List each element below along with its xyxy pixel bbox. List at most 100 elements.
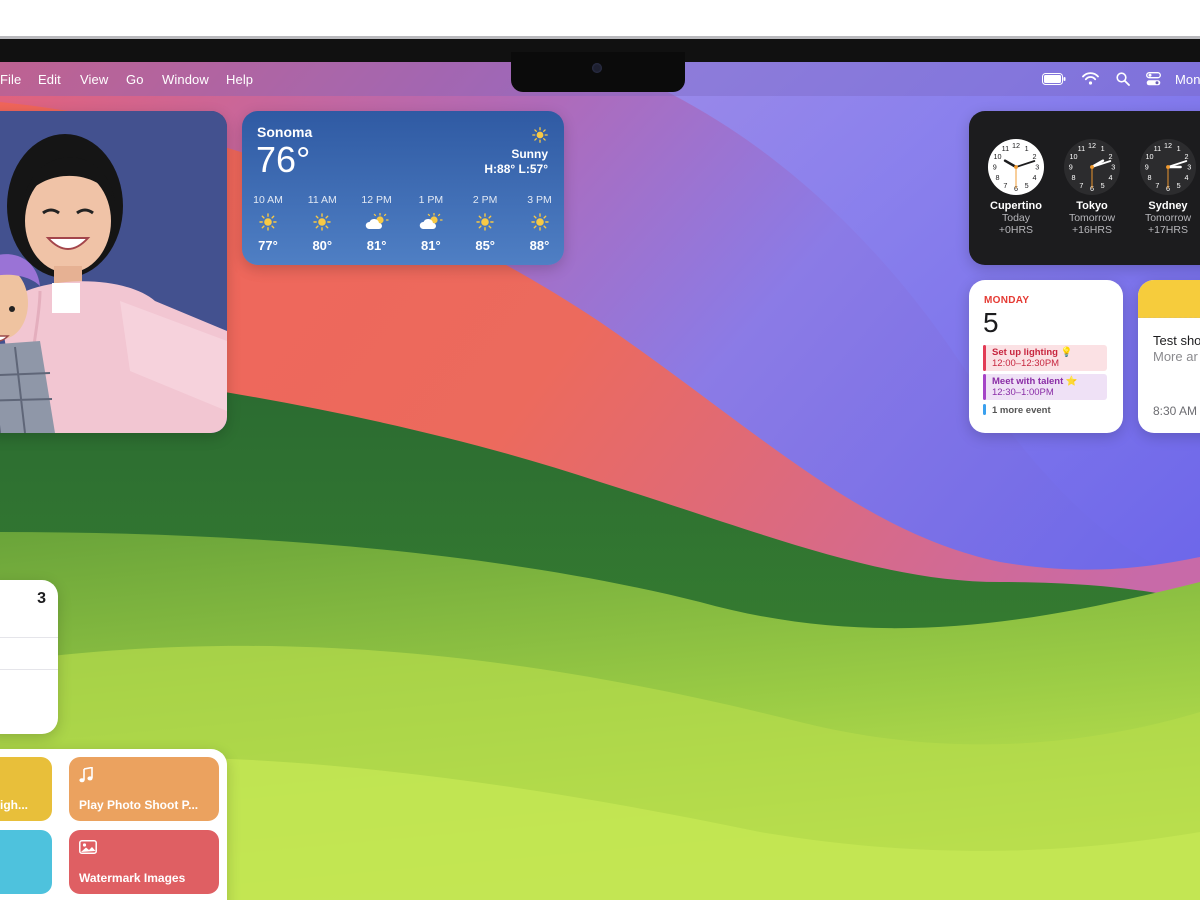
- svg-text:8: 8: [1072, 173, 1076, 182]
- camera-icon: [592, 63, 602, 73]
- svg-text:9: 9: [1069, 163, 1073, 172]
- weather-city: Sonoma: [257, 124, 313, 140]
- forecast-temp: 80°: [312, 238, 333, 253]
- svg-text:8: 8: [996, 173, 1000, 182]
- note-time: 8:30 AM: [1153, 404, 1198, 418]
- event-time: 12:30–1:00PM: [992, 387, 1054, 398]
- weather-high-low: H:88° L:57°: [484, 162, 548, 176]
- battery-icon[interactable]: [1042, 73, 1066, 88]
- notes-header: [1138, 280, 1200, 318]
- forecast-time: 11 AM: [307, 194, 337, 206]
- svg-text:10: 10: [1069, 152, 1077, 161]
- svg-text:7: 7: [1079, 181, 1083, 190]
- analog-clock-icon: 1 2 3 4 5 6 7 8 9 10 11 12: [978, 138, 1054, 196]
- svg-text:9: 9: [993, 163, 997, 172]
- forecast-time: 2 PM: [472, 194, 498, 206]
- svg-text:7: 7: [1003, 181, 1007, 190]
- divider: [0, 637, 58, 638]
- menu-window[interactable]: Window: [162, 72, 209, 87]
- shortcuts-widget: o Ligh... Play Photo Shoot P... Watermar…: [0, 749, 227, 900]
- calendar-date: 5: [983, 307, 999, 338]
- sun-icon: [465, 211, 505, 233]
- svg-text:1: 1: [1101, 144, 1105, 153]
- photos-widget[interactable]: [0, 111, 227, 433]
- svg-text:4: 4: [1032, 173, 1036, 182]
- clock-offset: +17HRS: [1148, 224, 1188, 236]
- world-clock: 1 2 3 4 5 6 7 8 9 10 11 12 Sydney Tomorrow +17HRS: [1130, 138, 1200, 236]
- svg-text:1: 1: [1177, 144, 1181, 153]
- reminders-widget[interactable]: 3: [0, 580, 58, 734]
- note-preview: More ar: [1153, 349, 1198, 364]
- svg-text:7: 7: [1155, 181, 1159, 190]
- svg-text:4: 4: [1184, 173, 1188, 182]
- camera-notch: [511, 52, 685, 92]
- event-title: Meet with talent ⭐: [992, 376, 1078, 387]
- clock-city: Cupertino: [990, 200, 1042, 212]
- sun-icon: [302, 211, 342, 233]
- calendar-event[interactable]: Set up lighting 💡 12:00–12:30PM: [983, 345, 1107, 371]
- svg-text:8: 8: [1148, 173, 1152, 182]
- note-title: Test sho: [1153, 333, 1200, 348]
- sun-icon: [532, 127, 548, 148]
- forecast-temp: 77°: [258, 238, 278, 253]
- menu-file[interactable]: File: [0, 72, 21, 87]
- forecast-time: 3 PM: [527, 194, 552, 206]
- svg-text:12: 12: [1088, 141, 1096, 150]
- svg-text:12: 12: [1164, 141, 1172, 150]
- calendar-weekday: MONDAY: [984, 295, 1030, 306]
- search-icon[interactable]: [1116, 72, 1130, 89]
- world-clock-widget[interactable]: 1 2 3 4 5 6 7 8 9 10 11 12 Cupertino Today +0HRS 1 2 3 4 5 6…: [969, 111, 1200, 265]
- page-top-margin: [0, 0, 1200, 38]
- svg-text:3: 3: [1187, 163, 1191, 172]
- forecast-hour: 12 PM 81°: [357, 194, 397, 253]
- shortcut-tile[interactable]: o Ligh...: [0, 757, 52, 821]
- menu-edit[interactable]: Edit: [38, 72, 61, 87]
- event-title: Set up lighting 💡: [992, 347, 1073, 358]
- svg-text:11: 11: [1154, 144, 1162, 153]
- forecast-time: 10 AM: [253, 194, 283, 206]
- reminders-count: 3: [37, 590, 46, 607]
- more-events-label[interactable]: 1 more event: [983, 404, 1051, 416]
- forecast-time: 12 PM: [361, 194, 392, 206]
- shortcut-tile[interactable]: [0, 830, 52, 894]
- svg-text:10: 10: [993, 152, 1001, 161]
- clock-day: Today: [1001, 212, 1031, 224]
- calendar-event[interactable]: Meet with talent ⭐ 12:30–1:00PM: [983, 374, 1107, 400]
- clock-offset: +16HRS: [1072, 224, 1112, 236]
- forecast-hour: 11 AM 80°: [302, 194, 342, 253]
- svg-text:5: 5: [1101, 181, 1105, 190]
- clock-day: Tomorrow: [1068, 212, 1116, 224]
- forecast-hour: 2 PM 85°: [465, 194, 505, 253]
- weather-widget[interactable]: Sonoma 76° Sunny H:88° L:57° 10 AM 77° 11 …: [242, 111, 564, 265]
- forecast-time: 1 PM: [418, 194, 444, 206]
- svg-text:12: 12: [1012, 141, 1020, 150]
- svg-text:5: 5: [1177, 181, 1181, 190]
- clock-day: Tomorrow: [1144, 212, 1192, 224]
- music-note-icon: [79, 766, 93, 788]
- forecast-hour: 10 AM 77°: [248, 194, 288, 253]
- world-clock: 1 2 3 4 5 6 7 8 9 10 11 12 Tokyo Tomorrow +16HRS: [1054, 138, 1130, 236]
- svg-text:5: 5: [1025, 181, 1029, 190]
- control-center-icon[interactable]: [1146, 72, 1161, 89]
- analog-clock-icon: 1 2 3 4 5 6 7 8 9 10 11 12: [1130, 138, 1200, 196]
- svg-text:2: 2: [1032, 152, 1036, 161]
- shortcut-tile[interactable]: Watermark Images: [69, 830, 219, 894]
- menu-view[interactable]: View: [80, 72, 108, 87]
- sun-icon: [248, 211, 288, 233]
- svg-text:3: 3: [1035, 163, 1039, 172]
- svg-text:10: 10: [1145, 152, 1153, 161]
- menu-go[interactable]: Go: [126, 72, 144, 87]
- shortcut-tile[interactable]: Play Photo Shoot P...: [69, 757, 219, 821]
- clock-city: Sydney: [1148, 200, 1188, 212]
- svg-text:9: 9: [1145, 163, 1149, 172]
- notes-widget[interactable]: Test sho More ar 8:30 AM: [1138, 280, 1200, 433]
- svg-text:11: 11: [1002, 144, 1010, 153]
- forecast-temp: 81°: [421, 238, 441, 253]
- wifi-icon[interactable]: [1082, 72, 1099, 88]
- menu-clock[interactable]: Mon: [1175, 72, 1200, 87]
- divider: [0, 669, 58, 670]
- menu-help[interactable]: Help: [226, 72, 253, 87]
- forecast-temp: 81°: [366, 238, 387, 253]
- shortcut-label: Play Photo Shoot P...: [79, 798, 199, 812]
- photo-icon: [79, 840, 97, 859]
